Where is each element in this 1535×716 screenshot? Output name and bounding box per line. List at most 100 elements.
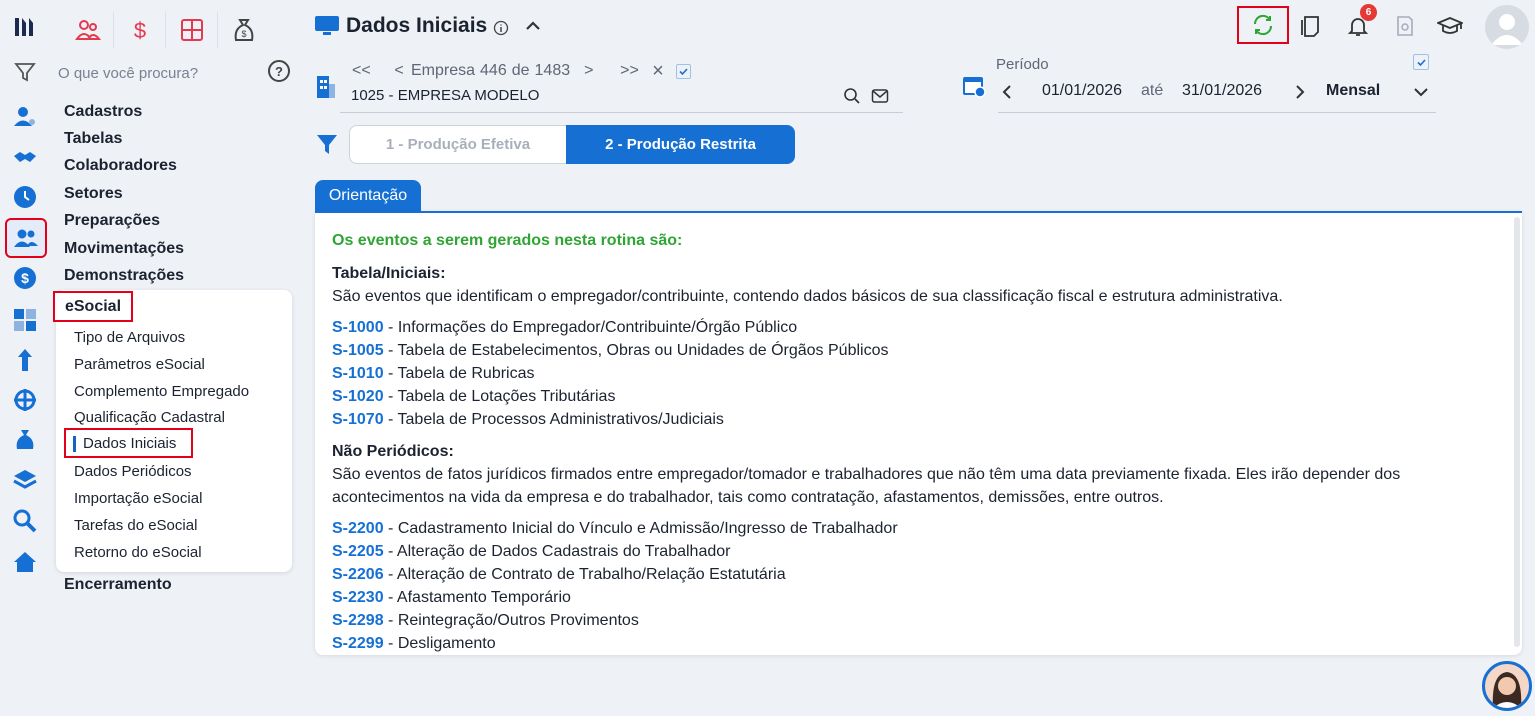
event-text: - Informações do Empregador/Contribuinte… bbox=[383, 319, 798, 336]
section-desc-tabela: São eventos que identificam o empregador… bbox=[332, 288, 1283, 305]
people-icon[interactable] bbox=[5, 218, 47, 258]
event-text: - Afastamento Temporário bbox=[383, 589, 571, 606]
submenu-item-retorno[interactable]: Retorno do eSocial bbox=[74, 539, 202, 565]
event-line: S-1020 - Tabela de Lotações Tributárias bbox=[332, 385, 1502, 408]
submenu-item-parametros[interactable]: Parâmetros eSocial bbox=[74, 351, 205, 377]
event-text: - Alteração de Contrato de Trabalho/Rela… bbox=[383, 566, 786, 583]
submenu-item-tarefas[interactable]: Tarefas do eSocial bbox=[74, 512, 197, 538]
menu-item-movimentacoes[interactable]: Movimentações bbox=[64, 235, 294, 262]
refresh-icon[interactable] bbox=[1237, 6, 1289, 44]
submenu-item-dados-periodicos[interactable]: Dados Periódicos bbox=[74, 458, 192, 484]
assistant-avatar[interactable] bbox=[1482, 661, 1532, 711]
periodo-label: Período bbox=[996, 56, 1049, 73]
layers-icon[interactable] bbox=[10, 465, 40, 495]
menu-item-encerramento[interactable]: Encerramento bbox=[64, 576, 172, 594]
module-toolbar: $ $ bbox=[62, 10, 270, 50]
close-icon[interactable]: × bbox=[652, 60, 664, 83]
company-underline bbox=[340, 112, 903, 113]
submenu-item-importacao[interactable]: Importação eSocial bbox=[74, 485, 202, 511]
submenu-item-complemento[interactable]: Complemento Empregado bbox=[74, 378, 249, 404]
growth-arrow-icon[interactable] bbox=[10, 345, 40, 375]
mail-icon[interactable] bbox=[871, 88, 889, 104]
submenu-item-dados-iniciais[interactable]: Dados Iniciais bbox=[83, 430, 176, 456]
periodo-checkbox[interactable] bbox=[1413, 54, 1429, 70]
periodo-next-icon[interactable] bbox=[1293, 84, 1307, 100]
dollar-icon[interactable]: $ bbox=[114, 12, 166, 48]
svg-text:$: $ bbox=[133, 18, 145, 43]
calculator-icon[interactable] bbox=[10, 305, 40, 335]
event-text: - Alteração de Dados Cadastrais do Traba… bbox=[383, 543, 731, 560]
help-icon[interactable]: ? bbox=[268, 60, 290, 82]
search-icon[interactable] bbox=[10, 506, 40, 536]
tab-producao-efetiva[interactable]: 1 - Produção Efetiva bbox=[349, 125, 566, 164]
calendar-icon bbox=[963, 77, 986, 98]
user-settings-icon[interactable] bbox=[10, 102, 40, 132]
periodo-to[interactable]: 31/01/2026 bbox=[1182, 82, 1262, 100]
chevron-up-icon[interactable] bbox=[523, 16, 543, 36]
user-avatar[interactable] bbox=[1485, 5, 1529, 49]
event-text: - Tabela de Lotações Tributárias bbox=[383, 388, 616, 405]
event-line: S-1005 - Tabela de Estabelecimentos, Obr… bbox=[332, 339, 1502, 362]
notifications-icon[interactable]: 6 bbox=[1345, 4, 1377, 44]
orientacao-panel: Os eventos a serem gerados nesta rotina … bbox=[315, 211, 1522, 655]
documents-icon[interactable] bbox=[1296, 8, 1324, 44]
handshake-icon[interactable] bbox=[10, 142, 40, 172]
empresa-total: 1483 bbox=[534, 62, 571, 79]
network-icon[interactable] bbox=[10, 385, 40, 415]
tab-orientacao[interactable]: Orientação bbox=[315, 180, 421, 212]
event-code: S-2206 bbox=[332, 566, 384, 583]
home-icon[interactable] bbox=[10, 547, 40, 577]
event-line: S-1070 - Tabela de Processos Administrat… bbox=[332, 408, 1502, 431]
money-bag-outline-icon[interactable]: $ bbox=[218, 12, 270, 48]
event-code: S-1010 bbox=[332, 365, 384, 382]
menu-search[interactable]: O que você procura? ? bbox=[58, 60, 294, 86]
funnel-icon[interactable] bbox=[315, 132, 339, 156]
svg-text:$: $ bbox=[21, 270, 29, 286]
event-code: S-1005 bbox=[332, 342, 384, 359]
periodo-type[interactable]: Mensal bbox=[1326, 82, 1380, 100]
page-title-bar: Dados Iniciais bbox=[314, 12, 543, 40]
tab-producao-restrita[interactable]: 2 - Produção Restrita bbox=[566, 125, 795, 164]
main-menu: Cadastros Tabelas Colaboradores Setores … bbox=[64, 98, 294, 290]
event-line: S-2205 - Alteração de Dados Cadastrais d… bbox=[332, 540, 1502, 563]
menu-item-tabelas[interactable]: Tabelas bbox=[64, 125, 294, 152]
app-logo-icon[interactable] bbox=[10, 12, 40, 42]
prev-company-button[interactable]: < bbox=[388, 62, 410, 80]
event-code: S-1020 bbox=[332, 388, 384, 405]
menu-item-colaboradores[interactable]: Colaboradores bbox=[64, 153, 294, 180]
search-placeholder[interactable]: O que você procura? bbox=[58, 65, 198, 82]
menu-item-esocial[interactable]: eSocial bbox=[53, 291, 133, 322]
calculator-outline-icon[interactable] bbox=[166, 12, 218, 48]
event-text: - Tabela de Processos Administrativos/Ju… bbox=[383, 411, 724, 428]
next-company-button[interactable]: > bbox=[584, 62, 606, 80]
submenu-item-qualificacao[interactable]: Qualificação Cadastral bbox=[74, 404, 225, 430]
monitor-icon bbox=[315, 16, 339, 35]
periodo-row: 01/01/2026 até 31/01/2026 Mensal bbox=[1000, 80, 1436, 104]
event-line: S-1010 - Tabela de Rubricas bbox=[332, 362, 1502, 385]
periodo-from[interactable]: 01/01/2026 bbox=[1042, 82, 1122, 100]
menu-item-preparacoes[interactable]: Preparações bbox=[64, 208, 294, 235]
dollar-circle-icon[interactable]: $ bbox=[10, 263, 40, 293]
graduation-cap-icon[interactable] bbox=[1435, 8, 1465, 44]
last-company-button[interactable]: >> bbox=[620, 62, 642, 80]
company-checkbox[interactable] bbox=[675, 63, 691, 79]
company-search-icon[interactable] bbox=[843, 87, 861, 105]
money-bag-icon[interactable] bbox=[10, 425, 40, 455]
clock-icon[interactable] bbox=[10, 182, 40, 212]
people-outline-icon[interactable] bbox=[62, 12, 114, 48]
menu-item-cadastros[interactable]: Cadastros bbox=[64, 98, 294, 125]
periodo-prev-icon[interactable] bbox=[1000, 84, 1014, 100]
first-company-button[interactable]: << bbox=[352, 62, 388, 80]
filter-icon[interactable] bbox=[10, 57, 40, 87]
menu-item-setores[interactable]: Setores bbox=[64, 180, 294, 207]
company-name[interactable]: 1025 - EMPRESA MODELO bbox=[351, 87, 539, 104]
menu-item-demonstracoes[interactable]: Demonstrações bbox=[64, 262, 294, 289]
info-icon[interactable] bbox=[493, 20, 509, 36]
event-code: S-2205 bbox=[332, 543, 384, 560]
submenu-item-tipo-arquivos[interactable]: Tipo de Arquivos bbox=[74, 324, 185, 350]
report-search-icon[interactable] bbox=[1392, 8, 1418, 44]
chevron-down-icon[interactable] bbox=[1412, 84, 1430, 100]
panel-scrollbar[interactable] bbox=[1514, 217, 1520, 647]
event-code: S-1070 bbox=[332, 411, 384, 428]
building-icon bbox=[317, 76, 335, 98]
